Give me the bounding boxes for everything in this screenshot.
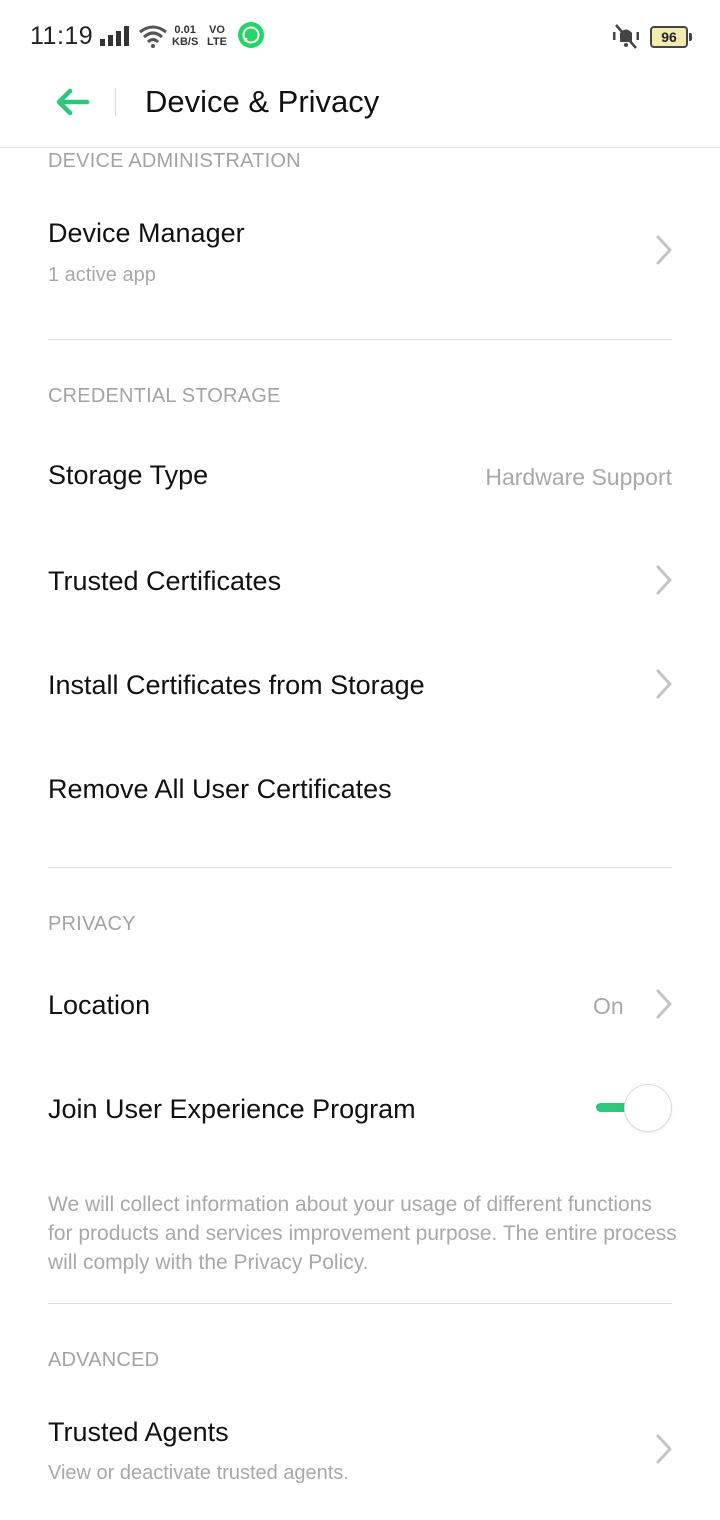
install-certificates-title: Install Certificates from Storage: [48, 670, 425, 700]
network-speed: 0.01 KB/S: [172, 24, 198, 48]
wifi-icon: [138, 24, 168, 53]
toggle-knob: [624, 1084, 672, 1132]
section-header-device-administration: DEVICE ADMINISTRATION: [48, 150, 301, 172]
trusted-certificates-title: Trusted Certificates: [48, 566, 282, 596]
trusted-agents-subtitle: View or deactivate trusted agents.: [48, 1462, 349, 1484]
remove-certificates-title: Remove All User Certificates: [48, 774, 392, 804]
status-bar: 11:19 0.01 KB/S VO LTE 96: [0, 0, 720, 72]
device-manager-title: Device Manager: [48, 218, 245, 248]
divider: [48, 339, 672, 340]
trusted-agents-item[interactable]: Trusted Agents View or deactivate truste…: [0, 1400, 720, 1510]
location-title: Location: [48, 990, 151, 1020]
volte-top: VO: [209, 24, 225, 36]
privacy-note: We will collect information about your u…: [48, 1193, 677, 1274]
trusted-agents-title: Trusted Agents: [48, 1417, 229, 1447]
back-button[interactable]: [50, 82, 94, 122]
chevron-right-icon: [656, 1434, 672, 1464]
remove-certificates-item[interactable]: Remove All User Certificates: [0, 738, 720, 838]
chevron-right-icon: [656, 565, 672, 595]
divider: [48, 867, 672, 868]
page-title: Device & Privacy: [145, 84, 380, 119]
storage-type-title: Storage Type: [48, 460, 209, 490]
divider: [48, 1303, 672, 1304]
signal-icon: [100, 26, 130, 51]
user-experience-program-title: Join User Experience Program: [48, 1094, 416, 1124]
section-header-privacy: PRIVACY: [48, 913, 136, 935]
header-divider: [115, 88, 116, 116]
chevron-right-icon: [656, 989, 672, 1019]
storage-type-item[interactable]: Storage Type Hardware Support: [0, 430, 720, 526]
network-speed-value: 0.01: [174, 24, 196, 36]
section-header-credential-storage: CREDENTIAL STORAGE: [48, 385, 281, 407]
device-manager-item[interactable]: Device Manager 1 active app: [0, 200, 720, 320]
location-value: On: [593, 993, 624, 1019]
battery-indicator: 96: [650, 26, 692, 48]
chevron-right-icon: [656, 235, 672, 265]
section-header-advanced: ADVANCED: [48, 1349, 160, 1371]
location-item[interactable]: Location On: [0, 956, 720, 1056]
device-manager-subtitle: 1 active app: [48, 264, 156, 286]
app-bar: Device & Privacy: [0, 72, 720, 148]
storage-type-value: Hardware Support: [485, 464, 672, 490]
user-experience-program-toggle[interactable]: [594, 1083, 672, 1132]
vibrate-mute-icon: [610, 22, 642, 55]
trusted-certificates-item[interactable]: Trusted Certificates: [0, 530, 720, 630]
network-speed-unit: KB/S: [172, 36, 199, 48]
back-arrow-icon: [56, 88, 90, 116]
install-certificates-item[interactable]: Install Certificates from Storage: [0, 634, 720, 734]
chevron-right-icon: [656, 669, 672, 699]
volte-indicator: VO LTE: [207, 24, 227, 48]
whatsapp-icon: [238, 22, 264, 48]
status-time: 11:19: [30, 22, 94, 50]
volte-bottom: LTE: [207, 36, 227, 48]
